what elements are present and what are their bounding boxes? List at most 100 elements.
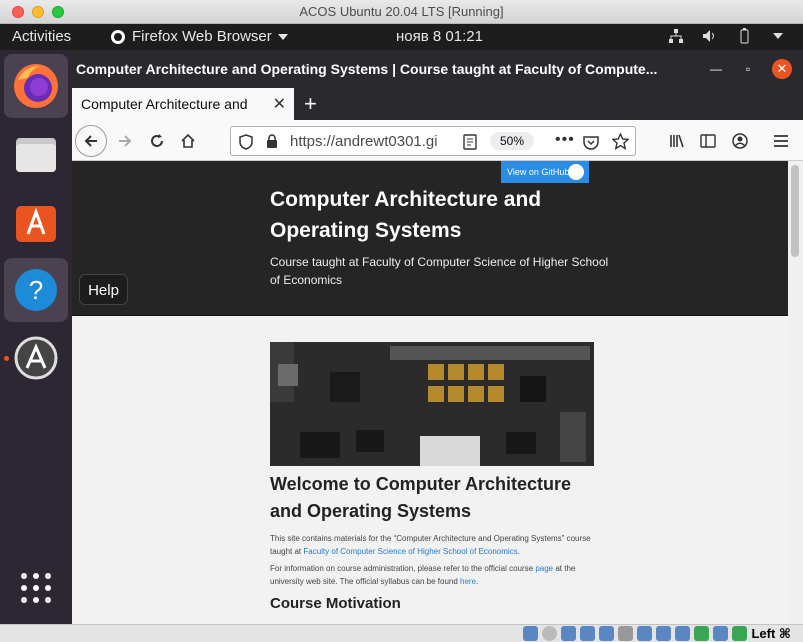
admin-paragraph: For information on course administration… bbox=[270, 562, 600, 588]
dock-software[interactable] bbox=[4, 190, 68, 254]
app-name: Firefox Web Browser bbox=[132, 28, 272, 45]
scrollbar-thumb[interactable] bbox=[791, 165, 799, 257]
host-titlebar: ACOS Ubuntu 20.04 LTS [Running] bbox=[0, 0, 803, 24]
zoom-level-badge[interactable]: 50% bbox=[490, 132, 534, 150]
nav-bar: https://andrewt0301.gi 50% ••• bbox=[72, 120, 803, 161]
browser-window-title: Computer Architecture and Operating Syst… bbox=[76, 61, 658, 77]
reload-icon bbox=[151, 134, 163, 147]
firefox-small-icon bbox=[111, 29, 125, 44]
admin-text: For information on course administration… bbox=[270, 564, 536, 573]
intro-paragraph: This site contains materials for the “Co… bbox=[270, 532, 600, 558]
forward-button[interactable] bbox=[112, 128, 138, 154]
optical-drive-icon[interactable] bbox=[542, 626, 557, 641]
lock-icon[interactable] bbox=[266, 134, 278, 149]
network-adapter-icon[interactable] bbox=[580, 626, 595, 641]
video-capture-icon[interactable] bbox=[656, 626, 671, 641]
mouse-integration-icon[interactable] bbox=[713, 626, 728, 641]
vm-device-icons[interactable] bbox=[523, 626, 747, 641]
menu-button[interactable] bbox=[768, 128, 794, 154]
dock-firefox[interactable] bbox=[4, 54, 68, 118]
tab-active[interactable]: Computer Architecture and ✕ bbox=[72, 88, 294, 120]
shield-icon[interactable] bbox=[239, 134, 253, 150]
shared-folders-icon[interactable] bbox=[618, 626, 633, 641]
app-grid-icon bbox=[21, 573, 51, 603]
maximize-button[interactable]: ▫ bbox=[738, 59, 758, 79]
faculty-link[interactable]: Faculty of Computer Science of Higher Sc… bbox=[303, 547, 517, 556]
sidebar-icon bbox=[700, 134, 716, 148]
close-button[interactable]: ✕ bbox=[772, 59, 792, 79]
page-viewport[interactable]: View on GitHub Computer Architecture and… bbox=[72, 161, 788, 624]
site-title[interactable]: Computer Architecture and Operating Syst… bbox=[270, 184, 570, 246]
browser-titlebar: Computer Architecture and Operating Syst… bbox=[72, 50, 803, 88]
forward-arrow-icon bbox=[119, 135, 132, 147]
sidebar-button[interactable] bbox=[695, 128, 721, 154]
back-button[interactable] bbox=[75, 125, 107, 157]
home-button[interactable] bbox=[175, 128, 201, 154]
battery-icon[interactable] bbox=[735, 27, 753, 45]
back-arrow-icon bbox=[84, 135, 97, 147]
site-header: View on GitHub Computer Architecture and… bbox=[72, 161, 788, 316]
host-key-label: Left ⌘ bbox=[751, 626, 791, 641]
software-icon bbox=[16, 206, 56, 242]
updater-icon bbox=[14, 336, 58, 380]
usb-icon[interactable] bbox=[599, 626, 614, 641]
account-icon bbox=[732, 133, 748, 149]
pocket-icon[interactable] bbox=[583, 134, 599, 150]
hamburger-menu-icon bbox=[774, 135, 788, 147]
syllabus-link[interactable]: here bbox=[460, 577, 476, 586]
files-icon bbox=[16, 138, 56, 172]
display-icon[interactable] bbox=[637, 626, 652, 641]
dock-help[interactable]: ? bbox=[4, 258, 68, 322]
activities-button[interactable]: Activities bbox=[12, 28, 71, 45]
admin-text-end: . bbox=[476, 577, 479, 586]
view-on-github-button[interactable]: View on GitHub bbox=[501, 161, 589, 183]
drag-drop-icon[interactable] bbox=[694, 626, 709, 641]
hero-board-image bbox=[270, 342, 594, 466]
github-badge-label: View on GitHub bbox=[507, 167, 570, 177]
dock-updater[interactable] bbox=[4, 326, 68, 390]
help-icon: ? bbox=[15, 269, 57, 311]
hard-disk-icon[interactable] bbox=[523, 626, 538, 641]
chevron-down-icon bbox=[277, 33, 288, 40]
clock[interactable]: нояв 8 01:21 bbox=[396, 28, 483, 45]
library-icon bbox=[670, 134, 684, 148]
vm-statusbar: Left ⌘ bbox=[0, 624, 803, 642]
app-menu[interactable]: Firefox Web Browser bbox=[110, 28, 288, 45]
tab-close-icon[interactable]: ✕ bbox=[273, 94, 286, 114]
motivation-heading: Course Motivation bbox=[270, 595, 401, 612]
site-tagline: Course taught at Faculty of Computer Sci… bbox=[270, 255, 609, 287]
arrow-status-icon[interactable] bbox=[732, 626, 747, 641]
audio-icon[interactable] bbox=[561, 626, 576, 641]
show-applications-button[interactable] bbox=[4, 556, 68, 620]
github-icon bbox=[568, 164, 584, 180]
home-icon bbox=[181, 133, 195, 148]
reload-button[interactable] bbox=[144, 128, 170, 154]
shield-status-icon[interactable] bbox=[675, 626, 690, 641]
minimize-button[interactable]: — bbox=[706, 59, 726, 79]
library-button[interactable] bbox=[664, 128, 690, 154]
page-actions-icon[interactable]: ••• bbox=[555, 131, 575, 149]
intro-text-end: . bbox=[517, 547, 520, 556]
page-scrollbar[interactable] bbox=[788, 161, 803, 624]
dock-tooltip: Help bbox=[79, 274, 128, 305]
volume-icon[interactable] bbox=[701, 27, 719, 45]
firefox-icon bbox=[14, 64, 58, 108]
welcome-heading: Welcome to Computer Architecture and Ope… bbox=[270, 474, 572, 521]
account-button[interactable] bbox=[727, 128, 753, 154]
new-tab-button[interactable]: + bbox=[304, 91, 317, 117]
system-tray[interactable] bbox=[667, 27, 787, 45]
tab-strip: Computer Architecture and ✕ + bbox=[72, 88, 803, 120]
tab-title: Computer Architecture and bbox=[81, 96, 248, 112]
host-title: ACOS Ubuntu 20.04 LTS [Running] bbox=[299, 4, 504, 19]
course-page-link[interactable]: page bbox=[535, 564, 553, 573]
network-icon[interactable] bbox=[667, 27, 685, 45]
url-text[interactable]: https://andrewt0301.gi bbox=[290, 133, 440, 150]
ubuntu-topbar: Activities Firefox Web Browser нояв 8 01… bbox=[0, 24, 803, 50]
dock: ? bbox=[0, 50, 72, 624]
dock-files[interactable] bbox=[4, 122, 68, 186]
power-menu-icon[interactable] bbox=[769, 27, 787, 45]
svg-text:?: ? bbox=[29, 275, 43, 305]
url-bar[interactable]: https://andrewt0301.gi 50% ••• bbox=[230, 126, 636, 156]
reader-view-icon[interactable] bbox=[463, 134, 477, 150]
bookmark-star-icon[interactable] bbox=[612, 133, 629, 150]
